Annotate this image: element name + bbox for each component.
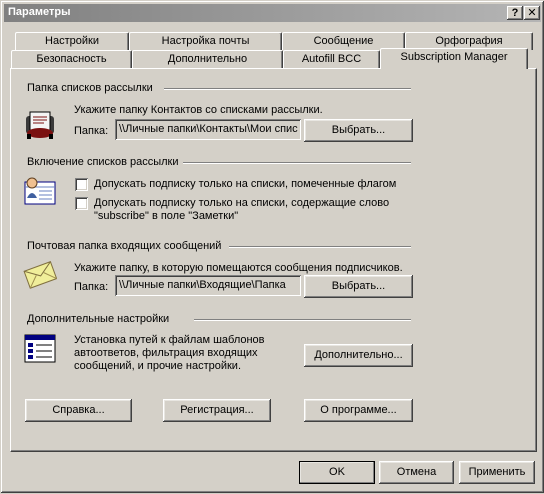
contact-card-icon <box>24 176 56 208</box>
browse-inbox-button[interactable]: Выбрать... <box>304 275 413 298</box>
folders-prompt: Укажите папку Контактов со списками расс… <box>74 104 323 116</box>
advanced-desc-line3: сообщений, и прочие настройки. <box>74 360 242 372</box>
rolodex-icon <box>24 108 56 140</box>
options-dialog: Параметры ? ✕ Настройки Настройка почты … <box>0 0 544 493</box>
subscribe-keyword-label-line1: Допускать подписку только на списки, сод… <box>94 197 390 209</box>
subscribe-keyword-checkbox[interactable] <box>75 197 88 210</box>
folders-field-label: Папка: <box>74 125 109 137</box>
section-header-enable: Включение списков рассылки <box>27 156 179 168</box>
browse-contacts-button[interactable]: Выбрать... <box>304 119 413 142</box>
envelope-icon <box>23 259 58 289</box>
apply-button[interactable]: Применить <box>459 461 535 484</box>
separator <box>183 162 411 164</box>
settings-list-icon <box>24 334 56 364</box>
inbox-field-label: Папка: <box>74 281 109 293</box>
ok-button[interactable]: OK <box>299 461 375 484</box>
cancel-button[interactable]: Отмена <box>379 461 454 484</box>
help-button[interactable]: Справка... <box>25 399 132 422</box>
flagged-lists-label: Допускать подписку только на списки, пом… <box>94 178 397 190</box>
flagged-lists-checkbox[interactable] <box>75 178 88 191</box>
section-header-advanced: Дополнительные настройки <box>27 313 170 325</box>
contacts-folder-field[interactable]: \\Личные папки\Контакты\Мои спис <box>115 119 301 140</box>
separator <box>229 246 411 248</box>
section-header-folders: Папка списков рассылки <box>27 82 153 94</box>
inbox-folder-field[interactable]: \\Личные папки\Входящие\Папка <box>115 275 301 296</box>
register-button[interactable]: Регистрация... <box>163 399 271 422</box>
subscribe-keyword-label-line2: "subscribe" в поле "Заметки" <box>94 210 239 222</box>
advanced-desc-line1: Установка путей к файлам шаблонов <box>74 334 265 346</box>
advanced-settings-button[interactable]: Дополнительно... <box>304 344 413 367</box>
separator <box>194 319 411 321</box>
advanced-desc-line2: автоответов, фильтрация входящих <box>74 347 258 359</box>
about-button[interactable]: О программе... <box>304 399 413 422</box>
inbox-prompt: Укажите папку, в которую помещаются сооб… <box>74 262 403 274</box>
separator <box>164 88 411 90</box>
section-header-inbox: Почтовая папка входящих сообщений <box>27 240 222 252</box>
